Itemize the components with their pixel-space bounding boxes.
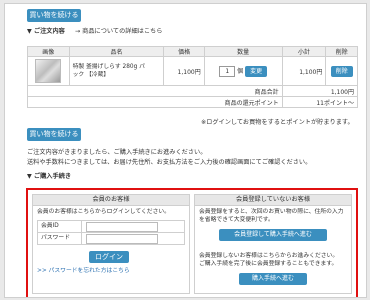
- item-name-line1[interactable]: 特製 釜揚げしらす 280g パ: [73, 64, 145, 70]
- register-and-checkout-button[interactable]: 会員登録して購入手続へ進む: [219, 229, 327, 241]
- col-subtotal: 小計: [281, 46, 327, 57]
- item-name-cell: 特製 釜揚げしらす 280g パ ック 【冷蔵】: [68, 56, 165, 86]
- product-detail-link[interactable]: → 商品についての詳細はこちら: [75, 26, 162, 35]
- points-value: 11ポイント〜: [281, 96, 359, 108]
- cart-heading: ▼ ご注文内容: [27, 26, 65, 35]
- total-value: 1,100円: [281, 85, 359, 97]
- item-quantity-cell: 1 個 変更: [203, 56, 283, 86]
- change-button[interactable]: 変更: [245, 65, 268, 77]
- cart-header-row: 画像 品名 価格 数量 小計 削除: [27, 46, 358, 57]
- cart-item-row: 特製 釜揚げしらす 280g パ ック 【冷蔵】 1,100円 1 個 変更 1…: [27, 56, 358, 86]
- member-id-label: 会員ID: [38, 221, 82, 232]
- item-delete-cell: 削除: [325, 56, 358, 86]
- item-price: 1,100円: [163, 56, 205, 86]
- page-frame: 買い物を続ける ▼ ご注文内容 → 商品についての詳細はこちら 画像 品名 価格…: [4, 3, 367, 298]
- item-subtotal: 1,100円: [281, 56, 327, 86]
- col-name: 品名: [68, 46, 165, 57]
- points-label: 商品の還元ポイント: [27, 96, 283, 108]
- points-row: 商品の還元ポイント 11ポイント〜: [27, 96, 359, 108]
- col-price: 価格: [163, 46, 205, 57]
- checkout-button[interactable]: 購入手続へ進む: [239, 273, 307, 285]
- password-input[interactable]: [86, 234, 158, 244]
- cart-heading-text: ▼ ご注文内容: [27, 28, 65, 35]
- col-image: 画像: [27, 46, 70, 57]
- login-points-note: ※ログインしてお買物をするとポイントが貯まります。: [201, 119, 354, 126]
- checkout-highlight-box: 会員のお客様 会員のお客様はこちらからログインしてください。 会員ID パスワー…: [26, 188, 358, 297]
- continue-shopping-bottom-button[interactable]: 買い物を続ける: [27, 128, 81, 141]
- guest-desc-line1: 会員登録をすると、次回のお買い物の際に、住所の入力: [199, 209, 344, 215]
- member-panel: 会員のお客様 会員のお客様はこちらからログインしてください。 会員ID パスワー…: [32, 194, 190, 294]
- guest-desc-line4: ご購入手続を完了後に会員登録することもできます。: [199, 261, 338, 267]
- item-name-line2[interactable]: ック 【冷蔵】: [73, 72, 110, 78]
- col-delete: 削除: [325, 46, 358, 57]
- password-label: パスワード: [38, 233, 82, 244]
- quantity-input[interactable]: 1: [219, 65, 236, 77]
- continue-shopping-top-button[interactable]: 買い物を続ける: [27, 9, 81, 22]
- guest-panel-title: 会員登録していないお客様: [195, 195, 351, 206]
- guest-desc-line2: を省略できて大変便利です。: [199, 217, 274, 223]
- guest-desc-line3: 会員登録しないお客様はこちらからお進みください。: [199, 253, 339, 259]
- total-row: 商品合計 1,100円: [27, 85, 359, 97]
- member-id-input[interactable]: [86, 222, 158, 232]
- checkout-heading: ▼ ご購入手続き: [27, 173, 72, 180]
- total-label: 商品合計: [27, 85, 283, 97]
- quantity-unit: 個: [237, 67, 244, 75]
- delete-button[interactable]: 削除: [330, 65, 353, 77]
- forgot-password-link[interactable]: >> パスワードを忘れた方はこちら: [37, 267, 130, 275]
- password-row: パスワード: [37, 232, 185, 245]
- member-panel-title: 会員のお客様: [33, 195, 189, 206]
- guest-panel: 会員登録していないお客様 会員登録をすると、次回のお買い物の際に、住所の入力 を…: [194, 194, 352, 294]
- login-button[interactable]: ログイン: [89, 251, 129, 263]
- item-image-cell: [27, 56, 70, 86]
- col-quantity: 数量: [203, 46, 283, 57]
- shipping-note: 送料や手数料につきましては、お届け先住所、お支払方法をご入力後の確認画面にてご確…: [27, 159, 312, 166]
- member-desc: 会員のお客様はこちらからログインしてください。: [37, 209, 170, 215]
- product-thumbnail[interactable]: [35, 59, 62, 83]
- cart-table: 画像 品名 価格 数量 小計 削除 特製 釜揚げしらす 280g パ ック 【冷…: [27, 46, 359, 108]
- order-confirm-note: ご注文内容がきまりましたら、ご購入手続きにお進みください。: [27, 149, 207, 156]
